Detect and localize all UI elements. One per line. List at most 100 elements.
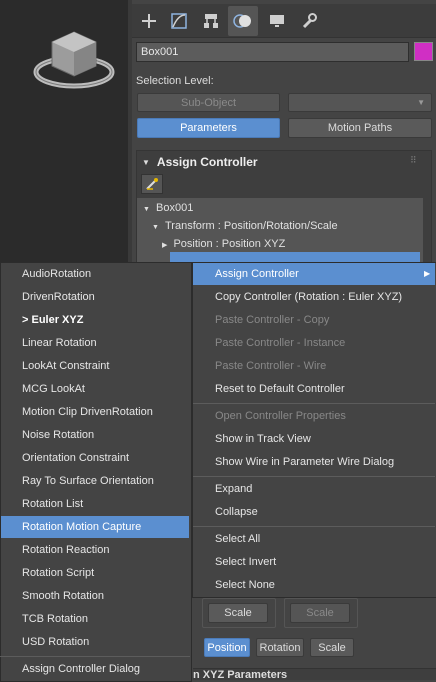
menu-item-show-wire[interactable]: Show Wire in Parameter Wire Dialog xyxy=(215,456,394,468)
parameters-label: Parameters xyxy=(180,122,237,134)
sub-object-dropdown[interactable]: ▼ xyxy=(288,93,432,112)
tab-utilities[interactable] xyxy=(296,8,322,34)
controller-type-item[interactable]: Smooth Rotation xyxy=(22,590,104,602)
controller-type-label: Linear Rotation xyxy=(22,337,97,349)
controller-type-item[interactable]: > Euler XYZ xyxy=(22,314,83,326)
controller-type-item[interactable]: DrivenRotation xyxy=(22,291,95,303)
scale-button-disabled[interactable]: Scale xyxy=(290,603,350,623)
sub-object-button[interactable]: Sub-Object xyxy=(137,93,280,112)
menu-separator xyxy=(193,476,435,477)
controller-type-label: Rotation List xyxy=(22,498,84,510)
menu-separator xyxy=(0,656,190,657)
menu-item-paste-copy[interactable]: Paste Controller - Copy xyxy=(215,314,329,326)
rollout-title: Assign Controller xyxy=(156,155,258,169)
controller-type-item[interactable]: Orientation Constraint xyxy=(22,452,129,464)
controller-type-item[interactable]: Rotation Reaction xyxy=(22,544,109,556)
collapsed-arrow-icon: ▶ xyxy=(162,242,168,249)
next-rollout-title: n XYZ Parameters xyxy=(193,669,288,680)
tree-row-rotation-selected[interactable] xyxy=(170,252,420,262)
menu-item-copy-controller[interactable]: Copy Controller (Rotation : Euler XYZ) xyxy=(215,291,402,303)
rotation-button[interactable]: Rotation xyxy=(256,638,304,657)
context-menu xyxy=(192,262,436,598)
object-name-value: Box001 xyxy=(141,46,179,58)
controller-type-label: TCB Rotation xyxy=(22,613,89,625)
object-color-swatch[interactable] xyxy=(414,42,433,61)
menu-item-paste-wire[interactable]: Paste Controller - Wire xyxy=(215,360,326,372)
select-invert-label: Select Invert xyxy=(215,556,277,568)
box-gizmo-icon xyxy=(33,31,115,89)
controller-type-item[interactable]: Ray To Surface Orientation xyxy=(22,475,154,487)
show-track-view-label: Show in Track View xyxy=(215,433,311,445)
motion-paths-button[interactable]: Motion Paths xyxy=(288,118,432,138)
controller-type-item[interactable]: MCG LookAt xyxy=(22,383,85,395)
scale-label: Scale xyxy=(224,607,252,619)
display-monitor-icon xyxy=(270,15,284,27)
tree-row-position[interactable]: ▶ Position : Position XYZ xyxy=(162,238,285,250)
parameters-button[interactable]: Parameters xyxy=(137,118,280,138)
next-rollout-header[interactable]: n XYZ Parameters xyxy=(193,668,436,680)
controller-type-item[interactable]: TCB Rotation xyxy=(22,613,88,625)
paste-wire-label: Paste Controller - Wire xyxy=(215,360,327,372)
controller-type-item[interactable]: Rotation Motion Capture xyxy=(22,521,141,533)
controller-type-label: USD Rotation xyxy=(22,636,90,648)
assign-controller-item-label: Assign Controller xyxy=(215,268,299,280)
tree-row-root[interactable]: ▼ Box001 xyxy=(143,202,193,214)
controller-type-label: Rotation Script xyxy=(22,567,95,579)
controller-type-label: Smooth Rotation xyxy=(22,590,104,602)
menu-item-select-none[interactable]: Select None xyxy=(215,579,275,591)
controller-type-item[interactable]: AudioRotation xyxy=(22,268,91,280)
position-button[interactable]: Position xyxy=(204,638,250,657)
menu-item-collapse[interactable]: Collapse xyxy=(215,506,258,518)
scale-button-2[interactable]: Scale xyxy=(310,638,354,657)
assign-controller-icon xyxy=(146,178,158,190)
select-all-label: Select All xyxy=(215,533,261,545)
paste-instance-label: Paste Controller - Instance xyxy=(215,337,346,349)
controller-type-label: Rotation Reaction xyxy=(22,544,110,556)
tab-hierarchy[interactable] xyxy=(198,8,224,34)
menu-item-show-track-view[interactable]: Show in Track View xyxy=(215,433,311,445)
submenu-arrow-icon: ▶ xyxy=(424,269,431,278)
show-wire-label: Show Wire in Parameter Wire Dialog xyxy=(215,456,395,468)
tab-modify[interactable] xyxy=(166,8,192,34)
copy-controller-label: Copy Controller (Rotation : Euler XYZ) xyxy=(215,291,403,303)
expand-label: Expand xyxy=(215,483,253,495)
menu-item-paste-instance[interactable]: Paste Controller - Instance xyxy=(215,337,345,349)
scale-disabled-label: Scale xyxy=(306,607,334,619)
controller-type-item[interactable]: LookAt Constraint xyxy=(22,360,109,372)
controller-type-item[interactable]: Noise Rotation xyxy=(22,429,94,441)
tab-display[interactable] xyxy=(264,8,290,34)
menu-item-expand[interactable]: Expand xyxy=(215,483,252,495)
controller-type-label: Motion Clip DrivenRotation xyxy=(22,406,153,418)
controller-type-label: MCG LookAt xyxy=(22,383,85,395)
rollout-header[interactable]: ▼ Assign Controller xyxy=(136,152,432,172)
controller-type-item[interactable]: Rotation Script xyxy=(22,567,94,579)
controller-type-label: Ray To Surface Orientation xyxy=(22,475,154,487)
modify-curve-icon xyxy=(171,13,187,29)
grip-icon: ⠿ xyxy=(410,155,417,165)
motion-icon xyxy=(233,14,251,28)
tree-transform-label: Transform : Position/Rotation/Scale xyxy=(165,220,338,232)
controller-type-item[interactable]: Linear Rotation xyxy=(22,337,97,349)
assign-controller-dialog-item[interactable]: Assign Controller Dialog xyxy=(22,663,140,675)
controller-type-label: Noise Rotation xyxy=(22,429,95,441)
controller-type-item[interactable]: Motion Clip DrivenRotation xyxy=(22,406,153,418)
menu-item-select-invert[interactable]: Select Invert xyxy=(215,556,276,568)
tree-row-transform[interactable]: ▼ Transform : Position/Rotation/Scale xyxy=(152,220,338,232)
menu-item-open-properties[interactable]: Open Controller Properties xyxy=(215,410,346,422)
object-name-field[interactable]: Box001 xyxy=(136,42,409,62)
menu-item-assign-controller[interactable]: Assign Controller xyxy=(215,268,299,280)
tab-motion[interactable] xyxy=(228,6,258,36)
controller-type-item[interactable]: USD Rotation xyxy=(22,636,89,648)
tree-root-label: Box001 xyxy=(156,202,194,214)
menu-item-select-all[interactable]: Select All xyxy=(215,533,260,545)
controller-type-label: LookAt Constraint xyxy=(22,360,110,372)
expand-arrow-icon: ▼ xyxy=(152,224,159,231)
expand-arrow-icon: ▼ xyxy=(143,206,150,213)
menu-item-reset-default[interactable]: Reset to Default Controller xyxy=(215,383,345,395)
tab-create[interactable] xyxy=(136,8,162,34)
controller-type-item[interactable]: Rotation List xyxy=(22,498,83,510)
motion-paths-label: Motion Paths xyxy=(327,122,393,134)
collapse-arrow-icon: ▼ xyxy=(142,157,150,167)
assign-controller-button[interactable] xyxy=(141,174,163,194)
scale-button[interactable]: Scale xyxy=(208,603,268,623)
